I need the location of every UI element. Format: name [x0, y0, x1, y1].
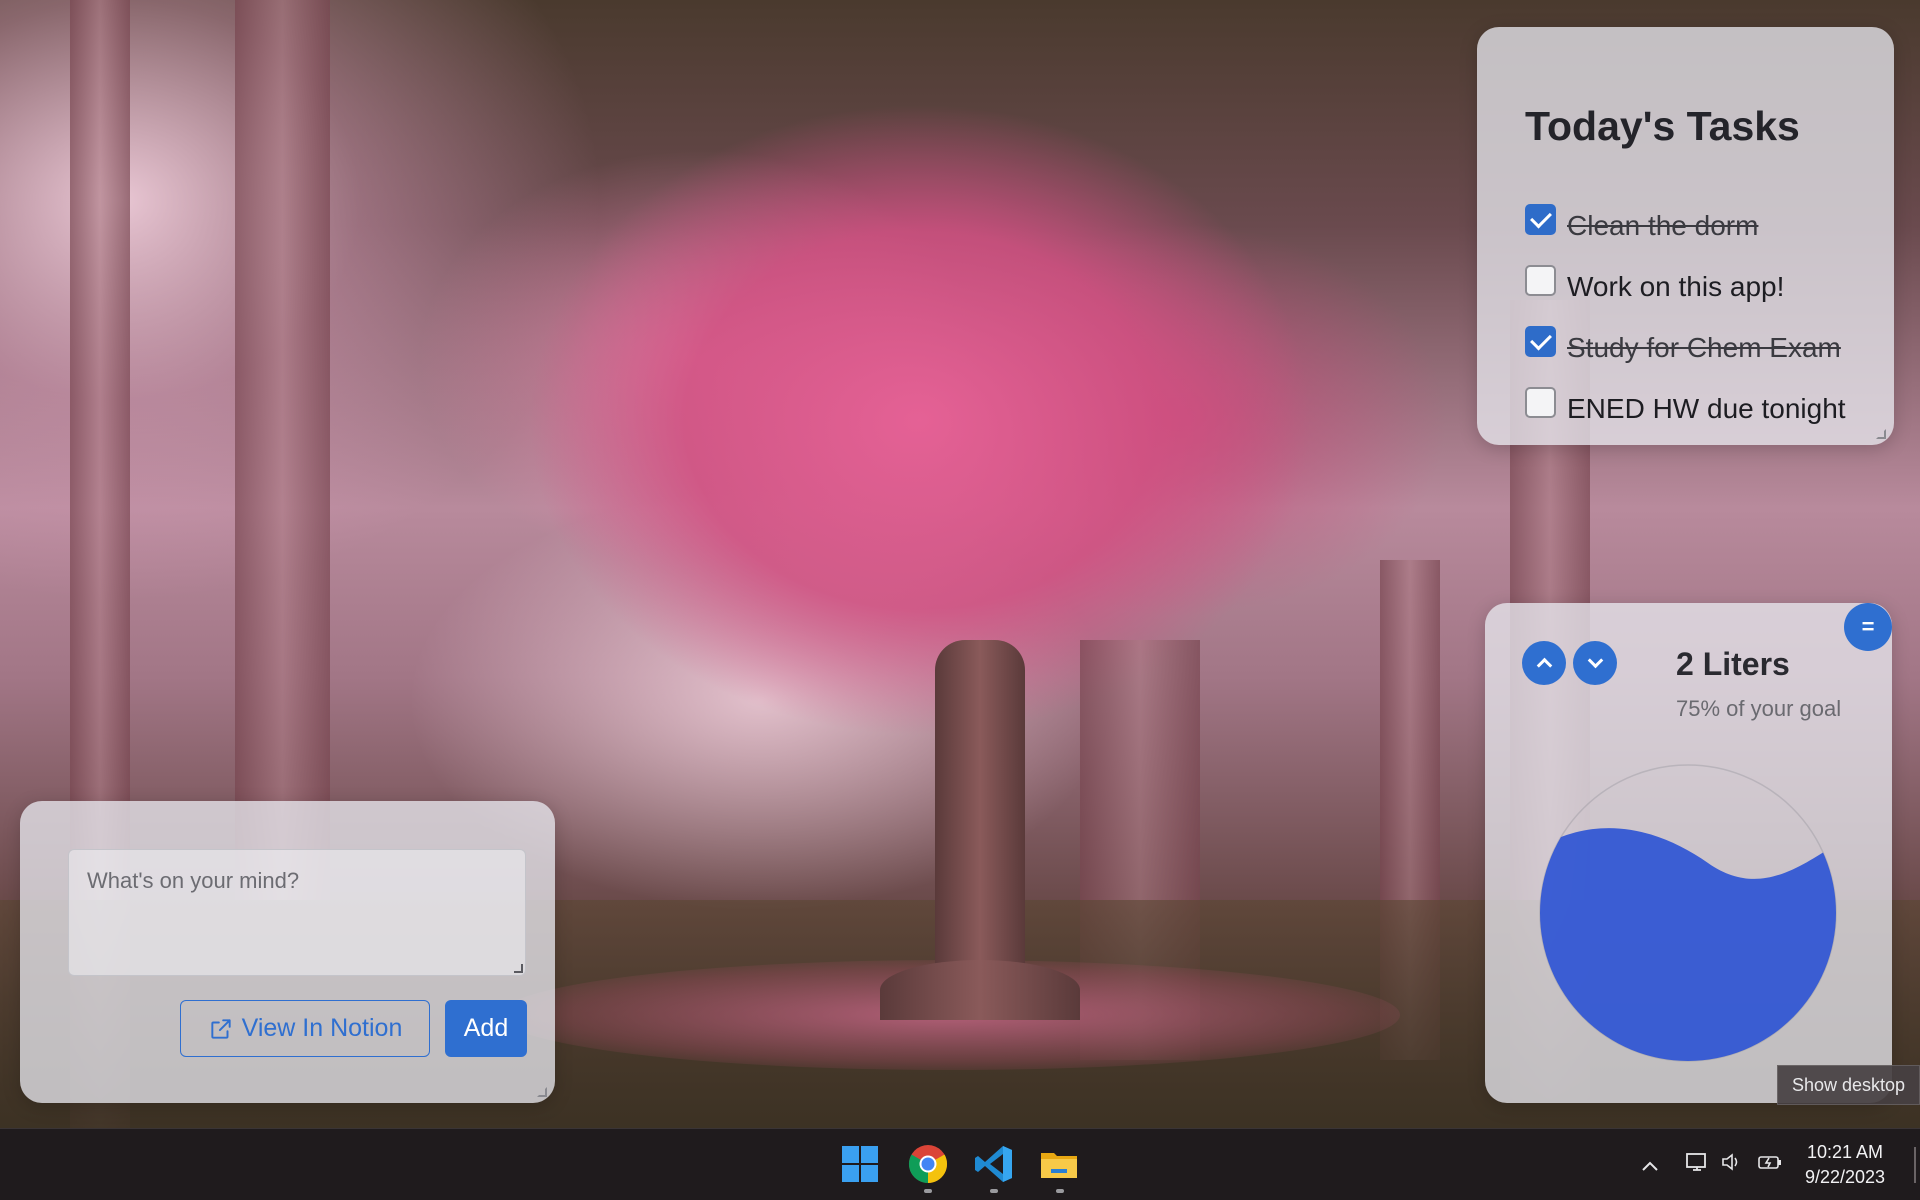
show-desktop-tooltip: Show desktop — [1777, 1065, 1920, 1105]
menu-button[interactable]: = — [1844, 603, 1892, 651]
task-checkbox[interactable] — [1525, 387, 1556, 418]
add-note-button[interactable]: Add — [445, 1000, 527, 1057]
water-level-gauge — [1539, 764, 1837, 1062]
view-in-notion-label: View In Notion — [241, 1014, 403, 1042]
resize-grip-icon[interactable] — [537, 1087, 547, 1097]
task-item: Study for Chem Exam — [1525, 317, 1846, 378]
view-in-notion-button[interactable]: View In Notion — [180, 1000, 430, 1057]
taskbar-clock[interactable]: 10:21 AM 9/22/2023 — [1790, 1140, 1900, 1190]
decrease-water-button[interactable] — [1573, 641, 1617, 685]
water-amount: 2 Liters — [1676, 646, 1790, 682]
task-item: ENED HW due tonight — [1525, 378, 1846, 439]
chrome-running-indicator — [924, 1189, 932, 1193]
task-checkbox[interactable] — [1525, 204, 1556, 235]
clock-time: 10:21 AM — [1806, 1142, 1884, 1162]
taskbar: 10:21 AM 9/22/2023 — [0, 1128, 1920, 1200]
chevron-up-icon[interactable] — [1641, 1155, 1659, 1178]
show-desktop-button[interactable] — [1914, 1147, 1916, 1183]
volume-icon[interactable] — [1720, 1151, 1742, 1179]
task-label: Study for Chem Exam — [1567, 331, 1841, 363]
tasks-widget: Today's Tasks Clean the dorm Work on this… — [1477, 27, 1894, 445]
battery-charging-icon[interactable] — [1757, 1151, 1783, 1179]
task-item: Work on this app! — [1525, 256, 1846, 317]
vscode-running-indicator — [990, 1189, 998, 1193]
chevron-up-icon — [1536, 657, 1552, 674]
chrome-icon[interactable] — [907, 1143, 949, 1185]
increase-water-button[interactable] — [1522, 641, 1566, 685]
windows-start-icon[interactable] — [839, 1143, 881, 1185]
external-link-icon — [210, 1018, 231, 1039]
textarea-resize-icon[interactable] — [514, 964, 523, 973]
note-input[interactable] — [68, 849, 526, 976]
water-goal-text: 75% of your goal — [1676, 696, 1842, 721]
resize-grip-icon[interactable] — [1876, 429, 1886, 439]
water-tracker-widget: = 2 Liters 75% of your goal — [1485, 603, 1892, 1103]
task-item: Clean the dorm — [1525, 195, 1846, 256]
task-label: Clean the dorm — [1567, 209, 1759, 241]
notes-widget: View In Notion Add — [20, 801, 555, 1103]
background-tree — [235, 0, 330, 900]
clock-date: 9/22/2023 — [1804, 1167, 1886, 1187]
vscode-icon[interactable] — [973, 1143, 1015, 1185]
tasks-title: Today's Tasks — [1525, 103, 1800, 149]
explorer-running-indicator — [1056, 1189, 1064, 1193]
water-fill — [1540, 828, 1836, 1061]
chevron-down-icon — [1587, 652, 1603, 669]
task-checkbox[interactable] — [1525, 326, 1556, 357]
task-list: Clean the dorm Work on this app! Study for… — [1525, 195, 1846, 439]
task-checkbox[interactable] — [1525, 265, 1556, 296]
tree-roots — [880, 960, 1080, 1020]
task-label: Work on this app! — [1567, 270, 1785, 302]
file-explorer-icon[interactable] — [1038, 1143, 1080, 1185]
task-label: ENED HW due tonight — [1567, 392, 1846, 424]
network-icon[interactable] — [1685, 1151, 1709, 1179]
